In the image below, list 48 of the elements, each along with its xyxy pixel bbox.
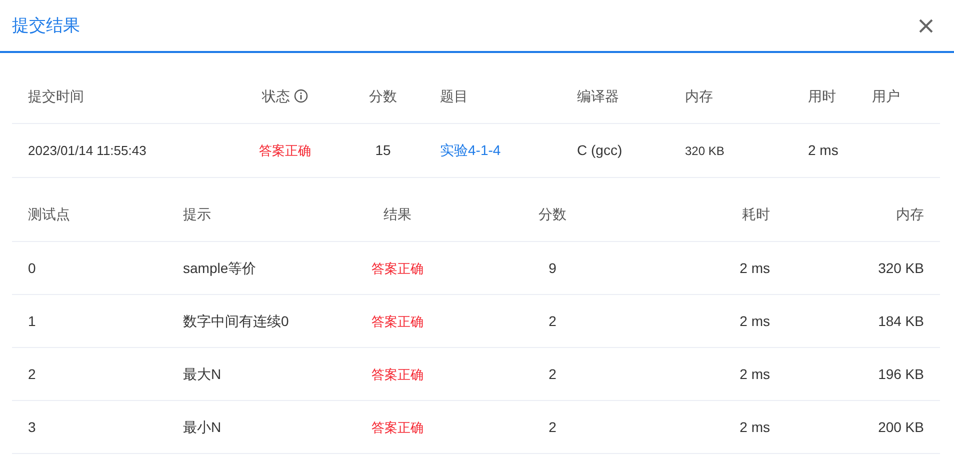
result-text: 答案正确 bbox=[372, 260, 424, 276]
table-cell: 2023/01/14 11:55:43 bbox=[28, 142, 146, 158]
table-cell: 3 bbox=[28, 418, 36, 434]
table-cell: 320 KB bbox=[878, 260, 924, 276]
table-cell: 2 bbox=[28, 366, 36, 382]
dialog-title: 提交结果 bbox=[12, 14, 80, 37]
table-cell: 320 KB bbox=[685, 144, 724, 158]
column-header: 分数 bbox=[538, 206, 566, 222]
result-text: 答案正确 bbox=[372, 314, 424, 328]
table-cell: 2 ms bbox=[740, 366, 770, 382]
result-text: 答案正确 bbox=[372, 366, 424, 382]
column-header: 分数 bbox=[369, 88, 397, 104]
column-header: 内存 bbox=[685, 88, 713, 104]
table-cell: 2 bbox=[548, 366, 556, 382]
info-icon bbox=[294, 88, 308, 103]
table-cell: 1 bbox=[28, 312, 36, 328]
table-cell: 2 bbox=[548, 312, 556, 328]
column-header: 状态 bbox=[262, 88, 290, 104]
table-cell: 2 ms bbox=[740, 418, 770, 434]
table-cell: 2 bbox=[548, 418, 556, 434]
column-header: 耗时 bbox=[742, 206, 770, 222]
column-header: 用户 bbox=[872, 88, 900, 104]
table-cell: 196 KB bbox=[878, 366, 924, 382]
column-header: 内存 bbox=[896, 206, 924, 222]
column-header: 题目 bbox=[440, 88, 468, 104]
table-cell: 2 ms bbox=[808, 142, 838, 158]
table-cell: 184 KB bbox=[878, 312, 924, 328]
result-text: 答案正确 bbox=[372, 420, 424, 434]
column-header: 结果 bbox=[384, 206, 412, 222]
table-cell: 200 KB bbox=[878, 418, 924, 434]
column-header: 提示 bbox=[183, 206, 211, 222]
column-header: 提交时间 bbox=[28, 88, 84, 104]
table-cell: 最小N bbox=[183, 418, 222, 434]
column-header: 编译器 bbox=[577, 88, 619, 104]
table-cell: 2 ms bbox=[740, 312, 770, 328]
table-cell: 最大N bbox=[183, 366, 222, 382]
table-cell: 2 ms bbox=[740, 260, 770, 276]
table-cell: 15 bbox=[375, 142, 391, 158]
table-cell: 9 bbox=[548, 260, 556, 276]
table-cell: sample等价 bbox=[183, 260, 256, 276]
column-header: 测试点 bbox=[28, 206, 70, 222]
column-header: 用时 bbox=[808, 88, 836, 104]
problem-link[interactable]: 实验4-1-4 bbox=[440, 142, 501, 158]
table-cell: C (gcc) bbox=[577, 142, 622, 158]
table-cell: 0 bbox=[28, 260, 36, 276]
status-text: 答案正确 bbox=[259, 142, 311, 158]
close-icon bbox=[918, 18, 934, 34]
table-cell: 数字中间有连续0 bbox=[183, 312, 289, 328]
